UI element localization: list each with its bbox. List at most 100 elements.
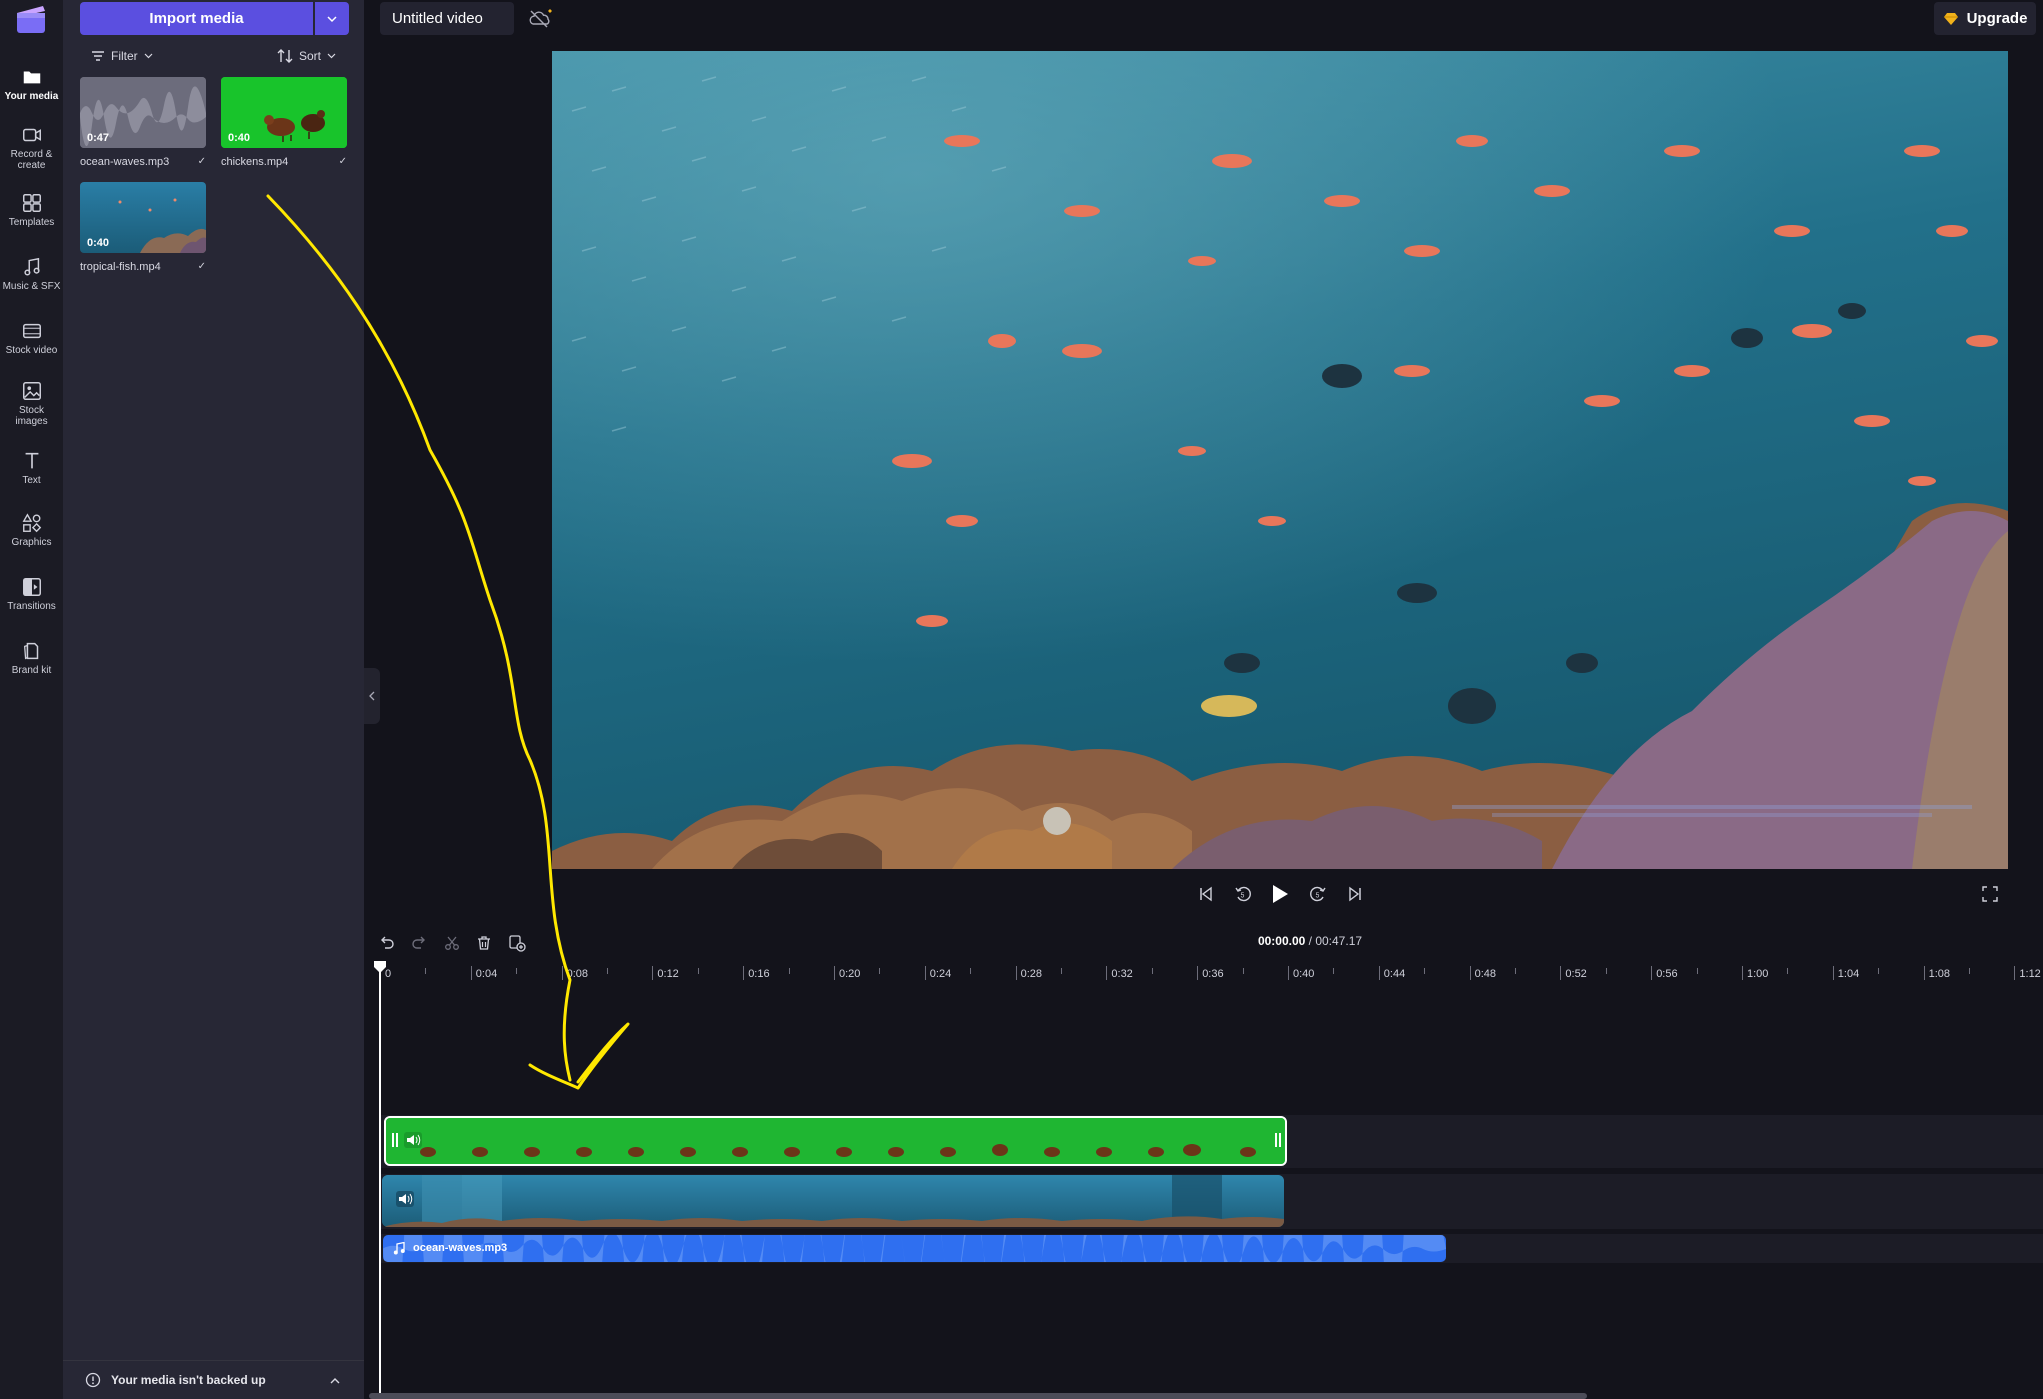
skip-to-start-button[interactable]: [1192, 880, 1220, 908]
rail-item-brand-kit[interactable]: Brand kit: [0, 640, 63, 698]
rail-item-music-sfx[interactable]: Music & SFX: [0, 256, 63, 314]
delete-button[interactable]: [471, 930, 497, 956]
import-dropdown-button[interactable]: [315, 2, 349, 35]
rail-item-your-media[interactable]: Your media: [0, 66, 63, 124]
fullscreen-icon: [1982, 886, 1998, 902]
check-icon: ✓: [338, 156, 347, 167]
ruler-tick: [1106, 966, 1108, 980]
filter-label: Filter: [111, 49, 138, 63]
timecode-display: 00:00.00 / 00:47.17: [1180, 934, 1440, 948]
chevron-up-icon[interactable]: [330, 1377, 340, 1384]
ruler-label: 0:44: [1383, 968, 1406, 980]
rail-label: Music & SFX: [2, 281, 61, 292]
rail-item-stock-video[interactable]: Stock video: [0, 320, 63, 378]
rail-item-graphics[interactable]: Graphics: [0, 512, 63, 570]
rail-item-templates[interactable]: Templates: [0, 192, 63, 250]
redo-button[interactable]: [406, 930, 432, 956]
rail-label: Stock video: [5, 345, 58, 356]
forward-icon: 5: [1310, 886, 1326, 902]
import-media-button[interactable]: Import media: [80, 2, 313, 35]
ruler-tick: [2014, 966, 2016, 980]
ruler-label: 1:00: [1747, 968, 1769, 980]
speaker-icon[interactable]: [396, 1191, 414, 1207]
timeline-clip-tropical-fish[interactable]: [382, 1175, 1284, 1227]
video-preview[interactable]: [552, 51, 2008, 869]
speaker-icon[interactable]: [404, 1132, 422, 1148]
ruler-tick: [1651, 966, 1653, 980]
project-title-field[interactable]: Untitled video: [380, 2, 514, 35]
rail-item-record-create[interactable]: Record & create: [0, 124, 63, 182]
info-icon: [85, 1372, 101, 1388]
rail-label: Text: [22, 475, 41, 486]
ruler-tick: [1288, 966, 1289, 980]
audio-clip-label: ocean-waves.mp3: [413, 1242, 508, 1254]
brand-kit-icon: [23, 642, 38, 660]
ruler-label: 0:04: [475, 968, 498, 980]
ruler-minor-tick: [1424, 968, 1426, 974]
clip-trim-handle-left[interactable]: [392, 1133, 398, 1151]
ruler-label: 0:36: [1202, 968, 1224, 980]
fish-filmstrip-image: [382, 1175, 1284, 1227]
ruler-minor-tick: [1969, 968, 1970, 974]
skip-to-end-button[interactable]: [1341, 880, 1369, 908]
rail-item-transitions[interactable]: Transitions: [0, 576, 63, 634]
undo-icon: [381, 936, 394, 949]
undo-button[interactable]: [374, 930, 400, 956]
ruler-label: 0:24: [929, 968, 952, 980]
media-item-ocean-waves[interactable]: 0:47 ocean-waves.mp3 ✓: [80, 77, 208, 168]
ruler-tick: [1469, 966, 1471, 980]
ruler-minor-tick: [1787, 968, 1789, 974]
playhead-handle-icon[interactable]: [373, 960, 387, 974]
ruler-tick: [1015, 966, 1017, 980]
ruler-label: 0:40: [1293, 968, 1315, 980]
media-item-chickens[interactable]: 0:40 chickens.mp4 ✓: [221, 77, 349, 168]
chevron-down-icon: [144, 53, 153, 59]
ruler-minor-tick: [697, 968, 699, 974]
ruler-label: 0:52: [1565, 968, 1587, 980]
ruler-minor-tick: [1061, 968, 1062, 974]
watermark-image: [1452, 805, 1972, 817]
sort-icon: [277, 49, 293, 63]
transitions-icon: [22, 578, 41, 596]
add-to-timeline-button[interactable]: [504, 930, 530, 956]
ruler-tick: [1923, 966, 1925, 980]
ruler-tick: [1832, 966, 1834, 980]
collapse-panel-handle[interactable]: [364, 668, 380, 724]
media-thumbnail: 0:40: [221, 77, 347, 148]
trash-icon: [478, 936, 490, 950]
split-button[interactable]: [439, 930, 465, 956]
ruler-minor-tick: [1515, 968, 1516, 974]
backup-notice-bar[interactable]: Your media isn't backed up: [63, 1360, 364, 1399]
forward-5s-button[interactable]: 5: [1304, 880, 1332, 908]
rail-label: Graphics: [11, 537, 52, 548]
playhead-line[interactable]: [379, 968, 381, 1399]
timeline-ruler[interactable]: 0 0:04 0:08 0:12 0:16 0:20 0:24 0:28 0:32 0:36 0:4…: [380, 960, 2043, 986]
ruler-minor-tick: [1242, 968, 1244, 974]
rail-label: Record & create: [10, 149, 53, 171]
clip-trim-handle-right[interactable]: [1275, 1133, 1281, 1151]
fullscreen-button[interactable]: [1976, 880, 2004, 908]
rail-item-stock-images[interactable]: Stock images: [0, 380, 63, 438]
rail-label: Templates: [8, 217, 55, 228]
cloud-off-icon[interactable]: [528, 8, 554, 30]
timeline-horizontal-scrollbar[interactable]: [369, 1393, 1587, 1399]
sort-button[interactable]: Sort: [277, 46, 336, 66]
ruler-label: 0:32: [1111, 968, 1133, 980]
play-button[interactable]: [1266, 880, 1294, 908]
rewind-5s-button[interactable]: 5: [1229, 880, 1257, 908]
rail-item-text[interactable]: Text: [0, 450, 63, 508]
timeline-clip-ocean-waves[interactable]: ocean-waves.mp3: [383, 1235, 1446, 1262]
media-duration: 0:40: [228, 132, 251, 144]
filter-button[interactable]: Filter: [91, 46, 153, 66]
ruler-tick: [470, 966, 472, 980]
ruler-minor-tick: [607, 968, 608, 974]
ruler-label: 0:12: [657, 968, 679, 980]
sort-label: Sort: [299, 49, 322, 63]
ruler-minor-tick: [788, 968, 790, 974]
media-item-tropical-fish[interactable]: 0:40 tropical-fish.mp4 ✓: [80, 182, 208, 273]
film-icon: [22, 323, 41, 339]
upgrade-button[interactable]: Upgrade: [1934, 2, 2036, 35]
timeline-clip-chickens[interactable]: [384, 1116, 1287, 1166]
music-note-icon: [23, 257, 40, 276]
image-icon: [22, 382, 41, 400]
